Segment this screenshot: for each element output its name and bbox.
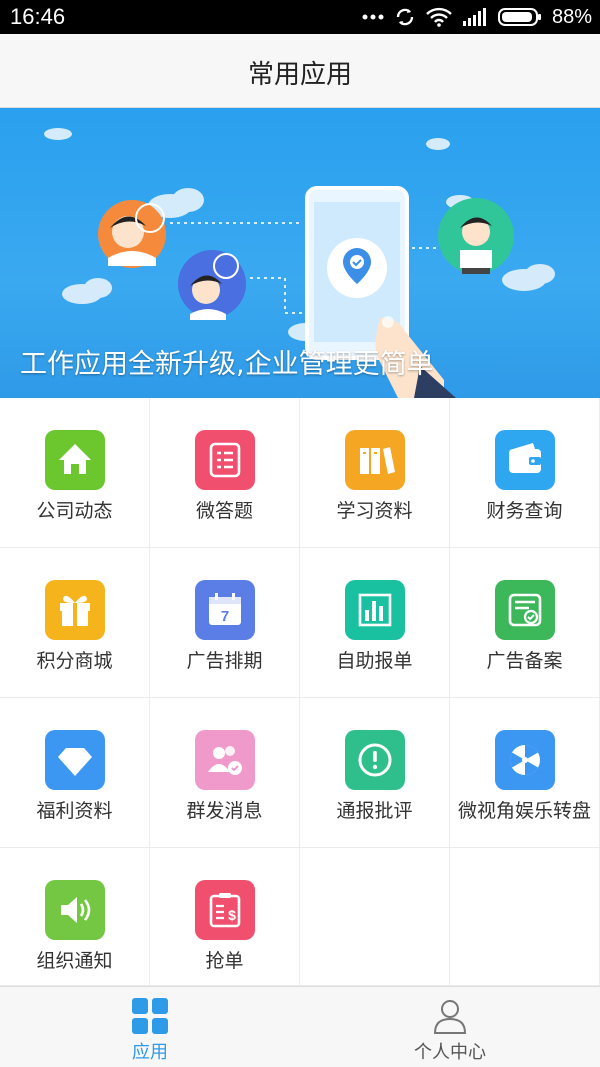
sync-icon	[394, 6, 416, 28]
gift-icon	[45, 580, 105, 640]
status-icons: 88%	[362, 4, 592, 30]
app-criticism-notice[interactable]: 通报批评	[300, 698, 450, 848]
app-header: 常用应用	[0, 34, 600, 108]
empty-cell	[450, 848, 600, 986]
speaker-icon	[45, 880, 105, 940]
certificate-icon	[495, 580, 555, 640]
svg-text:$: $	[228, 907, 236, 923]
app-label: 广告排期	[186, 650, 263, 672]
signal-icon	[462, 7, 488, 27]
tab-personal-center-label: 个人中心	[414, 1042, 486, 1063]
home-icon	[45, 430, 105, 490]
app-turntable[interactable]: 微视角娱乐转盘	[450, 698, 600, 848]
app-company-news[interactable]: 公司动态	[0, 398, 150, 548]
app-label: 福利资料	[36, 800, 113, 822]
app-grid: 公司动态 微答题 学习资料 财务查询 积分商城 7 广告排期 自助报单 广告备案…	[0, 398, 600, 986]
app-label: 通报批评	[336, 800, 413, 822]
bottom-tab-bar: 应用 个人中心	[0, 986, 600, 1067]
battery-percent: 88%	[551, 5, 592, 28]
tab-personal-center[interactable]: 个人中心	[300, 987, 600, 1067]
app-group-message[interactable]: 群发消息	[150, 698, 300, 848]
status-time: 16:46	[10, 4, 66, 29]
app-label: 抢单	[205, 950, 244, 972]
app-label: 广告备案	[486, 650, 563, 672]
exclamation-icon	[345, 730, 405, 790]
promo-banner[interactable]: 工作应用全新升级,企业管理更简单	[0, 108, 600, 398]
wifi-icon	[426, 7, 452, 27]
banner-caption: 工作应用全新升级,企业管理更简单	[20, 349, 434, 380]
bar-chart-icon	[345, 580, 405, 640]
app-quiz[interactable]: 微答题	[150, 398, 300, 548]
app-label: 积分商城	[36, 650, 113, 672]
app-label: 组织通知	[36, 950, 113, 972]
group-users-icon	[195, 730, 255, 790]
more-dots-icon	[362, 13, 384, 21]
tab-apps-label: 应用	[132, 1042, 168, 1063]
app-label: 微视角娱乐转盘	[457, 800, 591, 822]
document-list-icon	[195, 430, 255, 490]
diamond-icon	[45, 730, 105, 790]
tab-apps[interactable]: 应用	[0, 987, 300, 1067]
app-finance-query[interactable]: 财务查询	[450, 398, 600, 548]
apps-grid-icon	[131, 997, 169, 1035]
wallet-icon	[495, 430, 555, 490]
app-ad-schedule[interactable]: 7 广告排期	[150, 548, 300, 698]
calendar-icon: 7	[195, 580, 255, 640]
money-clipboard-icon: $	[195, 880, 255, 940]
app-welfare-materials[interactable]: 福利资料	[0, 698, 150, 848]
app-self-report[interactable]: 自助报单	[300, 548, 450, 698]
page-title: 常用应用	[247, 60, 352, 90]
app-ad-filing[interactable]: 广告备案	[450, 548, 600, 698]
turntable-icon	[495, 730, 555, 790]
app-points-mall[interactable]: 积分商城	[0, 548, 150, 698]
app-org-notice[interactable]: 组织通知	[0, 848, 150, 986]
app-label: 微答题	[195, 500, 253, 522]
app-label: 群发消息	[186, 800, 263, 822]
app-study-materials[interactable]: 学习资料	[300, 398, 450, 548]
empty-cell	[300, 848, 450, 986]
app-label: 财务查询	[486, 500, 563, 522]
books-icon	[345, 430, 405, 490]
person-icon	[431, 997, 469, 1035]
app-label: 自助报单	[336, 650, 413, 672]
app-label: 学习资料	[336, 500, 413, 522]
battery-icon	[497, 7, 542, 27]
status-bar: 16:46 88%	[0, 0, 600, 34]
app-label: 公司动态	[36, 500, 113, 522]
svg-text:7: 7	[221, 608, 229, 625]
app-grab-order[interactable]: $ 抢单	[150, 848, 300, 986]
